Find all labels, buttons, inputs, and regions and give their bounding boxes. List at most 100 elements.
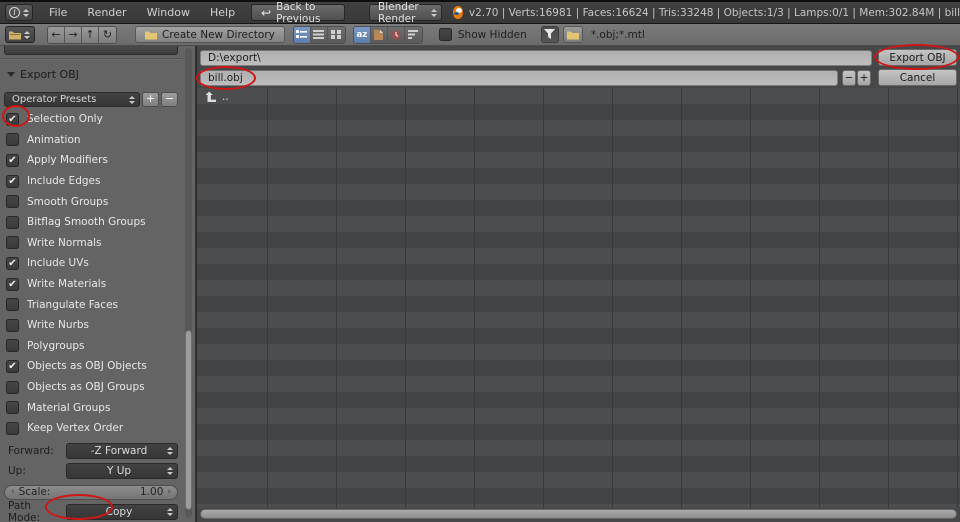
horizontal-scrollbar-thumb[interactable] [200,509,957,519]
export-options-panel: Export OBJ Operator Presets + − ✔ Selecti… [0,46,196,522]
increment-filename-button[interactable]: + [857,70,871,86]
display-long-list-button[interactable] [310,26,328,43]
back-arrow-button[interactable]: ← [48,26,65,43]
option-write-normals[interactable]: Write Normals [0,233,182,254]
option-label: Write Nurbs [27,319,90,332]
sort-time-button[interactable] [387,26,405,43]
up-axis-dropdown[interactable]: Y Up [66,462,178,479]
directory-path-field[interactable]: D:\export\ [200,50,872,66]
option-label: Material Groups [27,401,111,414]
checkbox[interactable]: ✔ [6,359,19,373]
sort-extension-button[interactable] [370,26,388,43]
export-options: ✔ Selection Only Animation ✔ Apply Modifiers… [0,109,182,439]
show-hidden-control: Show Hidden [438,28,527,41]
display-mode-buttons [292,25,346,44]
checkbox[interactable]: ✔ [6,153,19,167]
folder-filter-button[interactable] [562,26,583,43]
display-short-list-button[interactable] [293,26,311,43]
option-write-nurbs[interactable]: Write Nurbs [0,315,182,336]
add-preset-button[interactable]: + [142,92,159,107]
menu-help[interactable]: Help [200,6,245,19]
parent-directory-button[interactable]: ↑ [82,26,99,43]
sidebar-scrollbar-thumb[interactable] [185,330,192,510]
stepper-arrows-icon [129,95,135,104]
file-browser-icon [9,31,21,39]
menu-file[interactable]: File [39,6,77,19]
option-label: Triangulate Faces [27,298,118,311]
path-mode-dropdown[interactable]: Copy [66,503,178,520]
checkbox[interactable] [6,195,19,209]
checkbox[interactable] [6,215,19,229]
menu-render[interactable]: Render [77,6,136,19]
option-material-groups[interactable]: Material Groups [0,397,182,418]
parent-arrow-icon [205,91,216,102]
option-apply-modifiers[interactable]: ✔ Apply Modifiers [0,150,182,171]
checkbox[interactable] [6,133,19,147]
refresh-button[interactable]: ↻ [99,26,116,43]
option-bitflag-smooth-groups[interactable]: Bitflag Smooth Groups [0,212,182,233]
checkbox[interactable] [6,380,19,394]
checkbox[interactable]: ✔ [6,277,19,291]
option-include-uvs[interactable]: ✔ Include UVs [0,253,182,274]
horizontal-scrollbar[interactable] [200,509,957,519]
panel-header[interactable]: Export OBJ [7,68,182,81]
option-label: Write Normals [27,236,102,249]
option-write-materials[interactable]: ✔ Write Materials [0,274,182,295]
scale-slider[interactable]: ‹ Scale: 1.00 › [4,484,178,500]
option-include-edges[interactable]: ✔ Include Edges [0,171,182,192]
checkbox[interactable] [6,236,19,250]
decrement-filename-button[interactable]: − [842,70,856,86]
checkbox[interactable] [6,318,19,332]
checkbox[interactable] [6,401,19,415]
filter-toggle-button[interactable] [540,26,559,43]
operator-presets-dropdown[interactable]: Operator Presets [4,92,140,107]
option-animation[interactable]: Animation [0,130,182,151]
remove-preset-button[interactable]: − [161,92,178,107]
sidebar-scrollbar[interactable] [185,48,192,518]
scene-stats-text: v2.70 | Verts:16981 | Faces:16624 | Tris… [468,6,960,19]
up-label: Up: [8,464,26,477]
option-objects-as-obj-objects[interactable]: ✔ Objects as OBJ Objects [0,356,182,377]
forward-arrow-button[interactable]: → [65,26,82,43]
editor-type-selector[interactable] [5,26,35,43]
scale-value: 1.00 [140,486,164,498]
file-list-grid[interactable]: .. [197,88,960,508]
cancel-button[interactable]: Cancel [878,69,957,86]
option-keep-vertex-order[interactable]: Keep Vertex Order [0,418,182,439]
option-label: Polygroups [27,339,85,352]
partially-scrolled-widget[interactable] [4,46,178,55]
option-triangulate-faces[interactable]: Triangulate Faces [0,294,182,315]
menu-window[interactable]: Window [137,6,200,19]
display-thumbnails-button[interactable] [327,26,345,43]
checkbox[interactable] [6,339,19,353]
stepper-arrows-icon [431,8,438,17]
sort-alphabetical-button[interactable]: az [353,26,371,43]
stepper-arrows-icon [167,507,173,516]
thumbnails-icon [331,30,342,39]
option-smooth-groups[interactable]: Smooth Groups [0,191,182,212]
option-polygroups[interactable]: Polygroups [0,336,182,357]
option-objects-as-obj-groups[interactable]: Objects as OBJ Groups [0,377,182,398]
editor-type-selector[interactable]: i [5,4,33,21]
back-to-previous-button[interactable]: ↩ Back to Previous [251,1,346,25]
checkbox[interactable] [6,298,19,312]
parent-directory-entry[interactable]: .. [205,89,229,104]
stepper-arrows-icon [24,30,30,39]
sort-size-button[interactable] [404,26,422,43]
export-obj-button[interactable]: Export OBJ [878,49,957,66]
checkbox[interactable]: ✔ [6,112,19,126]
create-directory-button[interactable]: Create New Directory [135,26,285,43]
checkbox[interactable]: ✔ [6,256,19,270]
checkbox[interactable] [6,421,19,435]
blender-logo-icon [453,6,463,19]
file-browser-header: ← → ↑ ↻ Create New Directory az Show Hid [0,24,960,46]
filename-field[interactable]: bill.obj [200,70,838,86]
slider-left-arrow-icon: ‹ [11,487,15,497]
render-engine-select[interactable]: Blender Render [369,1,443,25]
option-label: Objects as OBJ Objects [27,360,147,373]
show-hidden-checkbox[interactable] [438,28,452,41]
forward-axis-dropdown[interactable]: -Z Forward [66,442,178,459]
funnel-icon [544,29,556,39]
checkbox[interactable]: ✔ [6,174,19,188]
option-selection-only[interactable]: ✔ Selection Only [0,109,182,130]
